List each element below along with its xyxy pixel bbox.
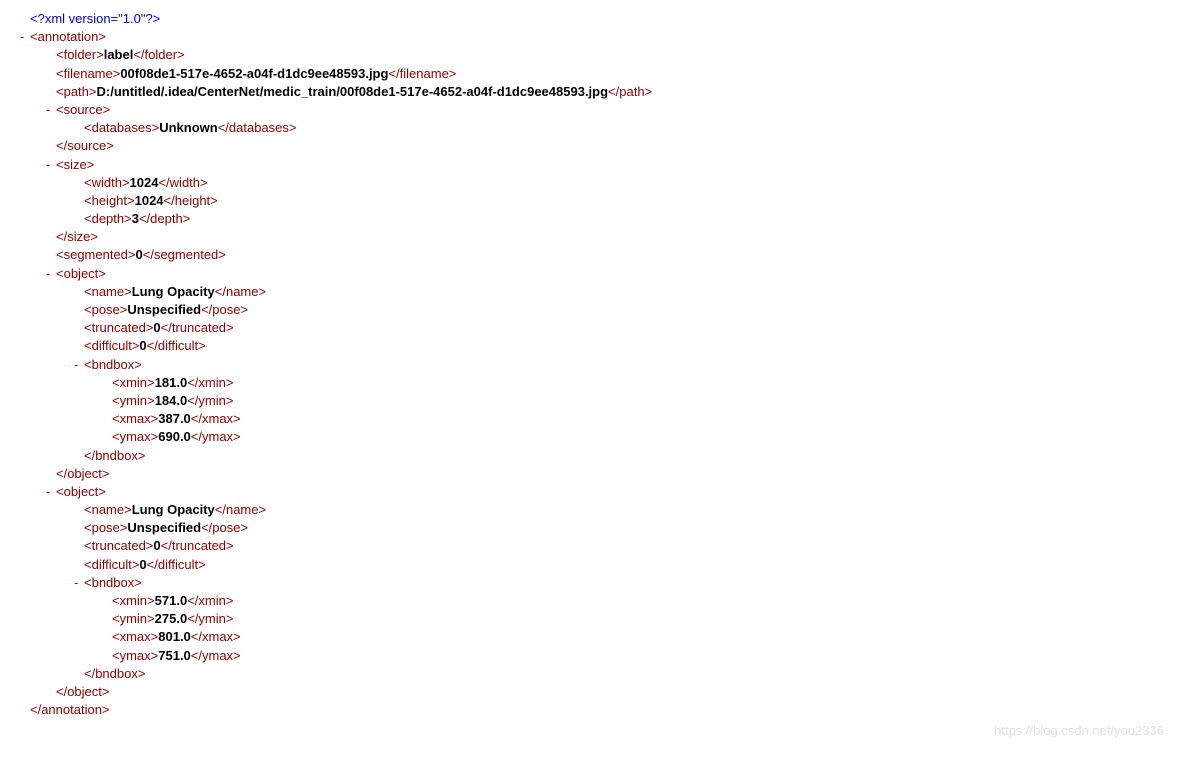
name-element: <name>Lung Opacity</name> bbox=[0, 283, 1182, 301]
source-open: -<source> bbox=[0, 101, 1182, 119]
collapse-icon[interactable]: - bbox=[0, 28, 30, 46]
size-open: -<size> bbox=[0, 156, 1182, 174]
object-1-open: -<object> bbox=[0, 265, 1182, 283]
bndbox-1-open: -<bndbox> bbox=[0, 356, 1182, 374]
xmax-element: <xmax>801.0</xmax> bbox=[0, 628, 1182, 646]
ymin-element: <ymin>275.0</ymin> bbox=[0, 610, 1182, 628]
size-close: </size> bbox=[0, 228, 1182, 246]
collapse-icon[interactable]: - bbox=[0, 265, 56, 283]
collapse-icon[interactable]: - bbox=[0, 574, 84, 592]
xml-declaration: <?xml version="1.0"?> bbox=[0, 10, 1182, 28]
ymin-element: <ymin>184.0</ymin> bbox=[0, 392, 1182, 410]
bndbox-2-close: </bndbox> bbox=[0, 665, 1182, 683]
height-element: <height>1024</height> bbox=[0, 192, 1182, 210]
xmin-element: <xmin>571.0</xmin> bbox=[0, 592, 1182, 610]
collapse-icon[interactable]: - bbox=[0, 356, 84, 374]
folder-element: <folder>label</folder> bbox=[0, 46, 1182, 64]
collapse-icon[interactable]: - bbox=[0, 101, 56, 119]
collapse-icon[interactable]: - bbox=[0, 483, 56, 501]
object-1-close: </object> bbox=[0, 465, 1182, 483]
databases-element: <databases>Unknown</databases> bbox=[0, 119, 1182, 137]
difficult-element: <difficult>0</difficult> bbox=[0, 337, 1182, 355]
pose-element: <pose>Unspecified</pose> bbox=[0, 519, 1182, 537]
path-element: <path>D:/untitled/.idea/CenterNet/medic_… bbox=[0, 83, 1182, 101]
pose-element: <pose>Unspecified</pose> bbox=[0, 301, 1182, 319]
xmin-element: <xmin>181.0</xmin> bbox=[0, 374, 1182, 392]
object-2-close: </object> bbox=[0, 683, 1182, 701]
bndbox-2-open: -<bndbox> bbox=[0, 574, 1182, 592]
xml-document: <?xml version="1.0"?> -<annotation> <fol… bbox=[0, 10, 1182, 719]
object-2-open: -<object> bbox=[0, 483, 1182, 501]
segmented-element: <segmented>0</segmented> bbox=[0, 246, 1182, 264]
difficult-element: <difficult>0</difficult> bbox=[0, 556, 1182, 574]
depth-element: <depth>3</depth> bbox=[0, 210, 1182, 228]
width-element: <width>1024</width> bbox=[0, 174, 1182, 192]
ymax-element: <ymax>690.0</ymax> bbox=[0, 428, 1182, 446]
bndbox-1-close: </bndbox> bbox=[0, 447, 1182, 465]
annotation-close: </annotation> bbox=[0, 701, 1182, 719]
source-close: </source> bbox=[0, 137, 1182, 155]
watermark: https://blog.csdn.net/you2336 bbox=[994, 722, 1164, 740]
xmax-element: <xmax>387.0</xmax> bbox=[0, 410, 1182, 428]
collapse-icon[interactable]: - bbox=[0, 156, 56, 174]
truncated-element: <truncated>0</truncated> bbox=[0, 319, 1182, 337]
annotation-open: -<annotation> bbox=[0, 28, 1182, 46]
name-element: <name>Lung Opacity</name> bbox=[0, 501, 1182, 519]
ymax-element: <ymax>751.0</ymax> bbox=[0, 647, 1182, 665]
truncated-element: <truncated>0</truncated> bbox=[0, 537, 1182, 555]
filename-element: <filename>00f08de1-517e-4652-a04f-d1dc9e… bbox=[0, 65, 1182, 83]
